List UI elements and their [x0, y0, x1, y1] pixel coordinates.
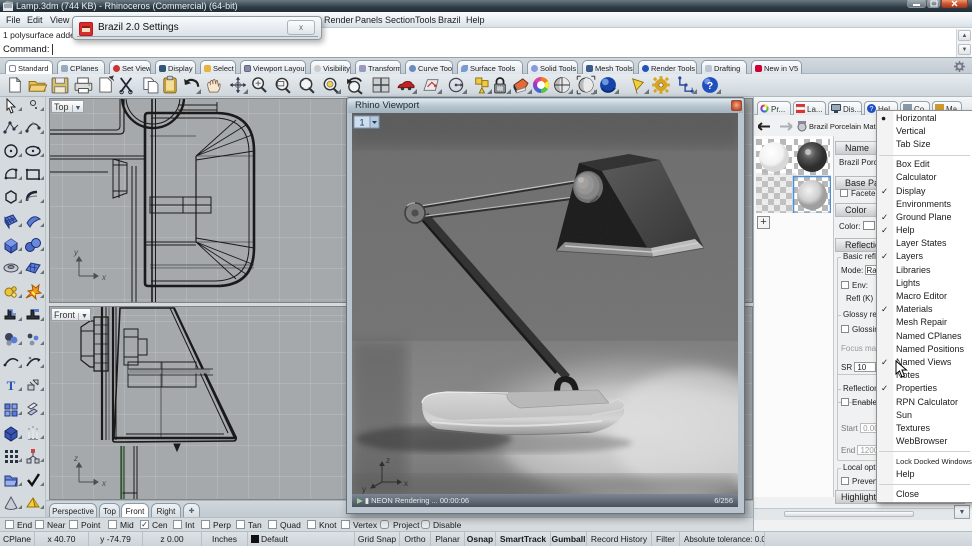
- svg-text:x: x: [404, 479, 408, 488]
- svg-text:z: z: [73, 454, 78, 463]
- svg-text:y: y: [73, 248, 79, 257]
- svg-text:1: 1: [359, 118, 364, 128]
- svg-text:z: z: [386, 456, 390, 465]
- svg-text:y: y: [362, 485, 366, 494]
- svg-text:x: x: [101, 273, 107, 282]
- svg-text:x: x: [101, 479, 107, 488]
- svg-text:?: ?: [870, 106, 874, 113]
- svg-text:T: T: [7, 378, 16, 393]
- svg-text:?: ?: [707, 80, 713, 92]
